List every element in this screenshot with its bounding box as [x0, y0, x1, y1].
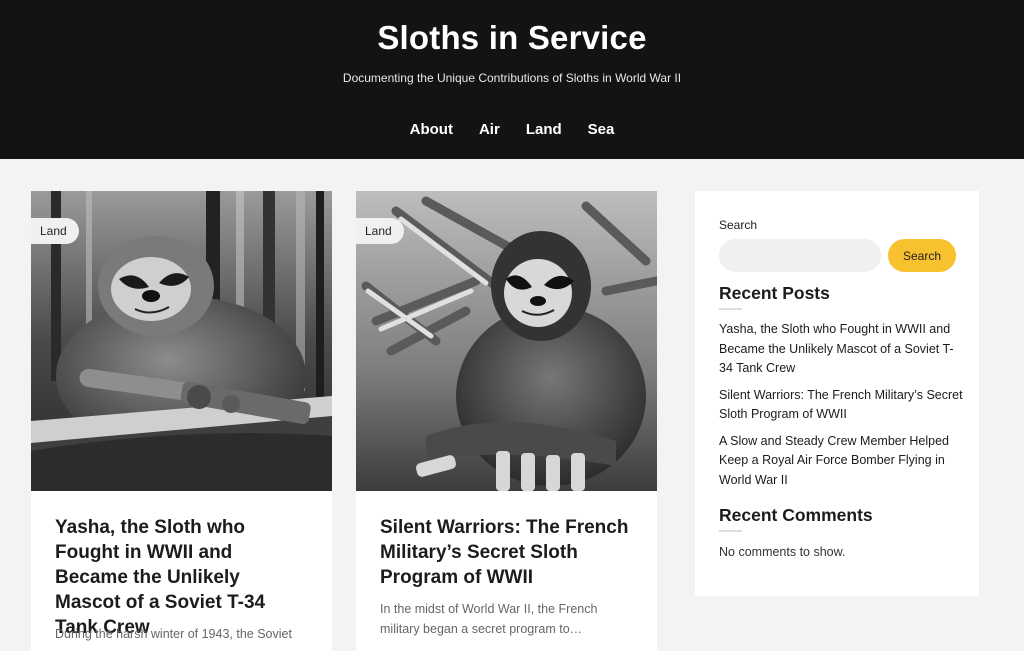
sidebar: Search Search Recent Posts Yasha, the Sl…: [695, 191, 979, 596]
recent-post-link[interactable]: Yasha, the Sloth who Fought in WWII and …: [719, 322, 954, 375]
no-comments-text: No comments to show.: [719, 545, 846, 559]
post-title[interactable]: Silent Warriors: The French Military’s S…: [380, 515, 635, 590]
search-button[interactable]: Search: [888, 239, 956, 272]
search-label: Search: [719, 218, 758, 232]
post-excerpt: In the midst of World War II, the French…: [380, 602, 598, 636]
search-input[interactable]: [719, 239, 881, 272]
nav-item-land[interactable]: Land: [526, 121, 562, 138]
post-thumbnail-sloth-tank[interactable]: Land: [31, 191, 332, 491]
category-badge[interactable]: Land: [31, 218, 79, 244]
recent-post-link[interactable]: Silent Warriors: The French Military’s S…: [719, 388, 963, 422]
heading-divider: [719, 530, 742, 532]
nav-item-about[interactable]: About: [410, 121, 453, 138]
recent-post-item: Yasha, the Sloth who Fought in WWII and …: [719, 320, 963, 379]
post-title[interactable]: Yasha, the Sloth who Fought in WWII and …: [55, 515, 310, 640]
post-card: Land Silent Warriors: The French Militar…: [356, 191, 657, 651]
recent-post-item: A Slow and Steady Crew Member Helped Kee…: [719, 432, 963, 491]
recent-post-link[interactable]: A Slow and Steady Crew Member Helped Kee…: [719, 434, 949, 487]
site-header: Sloths in Service Documenting the Unique…: [0, 0, 1024, 159]
recent-comments-heading: Recent Comments: [719, 505, 873, 525]
post-card: Land Yasha, the Sloth who Fought in WWII…: [31, 191, 332, 651]
recent-post-item: Silent Warriors: The French Military’s S…: [719, 386, 963, 425]
site-title[interactable]: Sloths in Service: [0, 19, 1024, 57]
site-tagline: Documenting the Unique Contributions of …: [342, 71, 682, 85]
nav-item-air[interactable]: Air: [479, 121, 500, 138]
nav-item-sea[interactable]: Sea: [588, 121, 615, 138]
recent-posts-list: Yasha, the Sloth who Fought in WWII and …: [719, 320, 963, 497]
category-badge[interactable]: Land: [356, 218, 404, 244]
recent-posts-heading: Recent Posts: [719, 283, 830, 303]
post-excerpt: During the harsh winter of 1943, the Sov…: [55, 627, 292, 641]
main-nav: About Air Land Sea: [0, 121, 1024, 138]
post-thumbnail-sloth-trench[interactable]: Land: [356, 191, 657, 491]
heading-divider: [719, 308, 742, 310]
